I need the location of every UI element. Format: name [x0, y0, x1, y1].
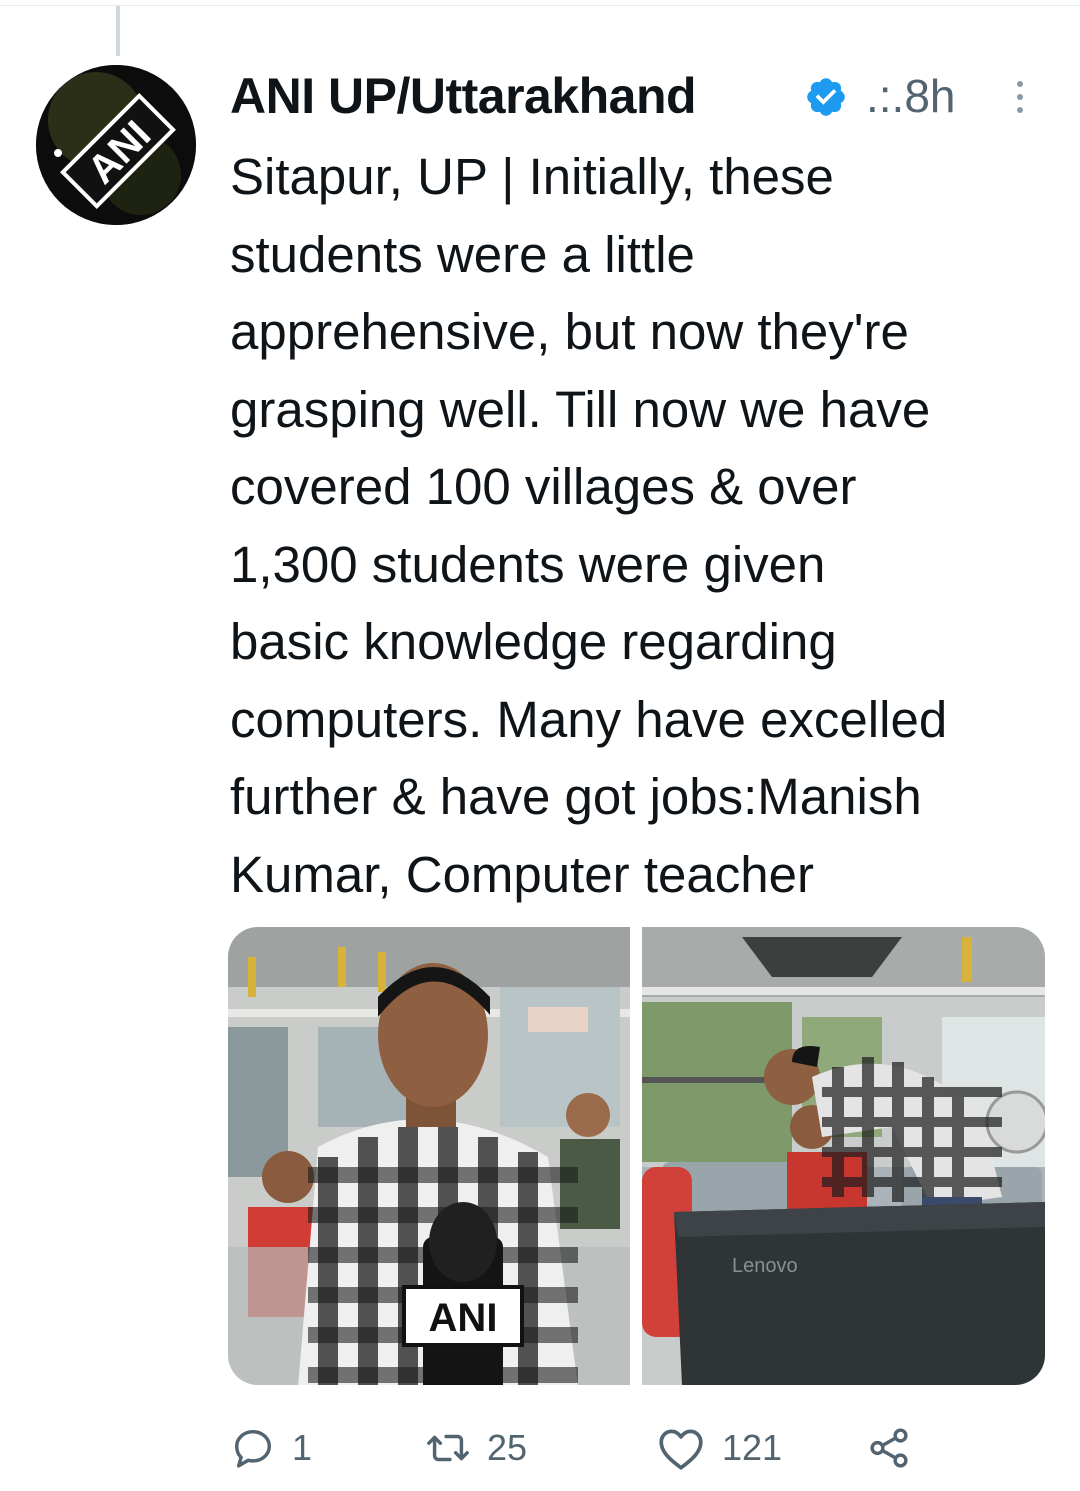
tweet-header: ANI UP/Uttarakhand .:.8h [230, 64, 1040, 128]
mic-flag-label: ANI [429, 1296, 498, 1340]
tweet-text-line: grasping well. Till now we have [230, 380, 931, 438]
media-photo-teacher-interview[interactable]: ANI [228, 927, 630, 1385]
share-button[interactable] [866, 1418, 912, 1478]
retweet-button[interactable]: 25 [425, 1418, 527, 1478]
tweet-text-line: computers. Many have excelled [230, 690, 948, 748]
author-name[interactable]: ANI UP/Uttarakhand [230, 68, 697, 124]
heart-icon [659, 1429, 703, 1470]
like-count: 121 [722, 1427, 783, 1468]
share-icon [870, 1428, 908, 1468]
thread-connector-line [116, 6, 120, 56]
tweet-text-line: Kumar, Computer teacher [230, 845, 814, 903]
avatar[interactable]: ANI [36, 65, 196, 225]
tweet-text-line: students were a little [230, 225, 695, 283]
tweet-actions: 1 25 121 [230, 1418, 930, 1478]
media-photo-classroom-bus[interactable]: Lenovo [642, 927, 1045, 1385]
tweet-text-line: 1,300 students were given [230, 535, 826, 593]
tweet-text-line: further & have got jobs:Manish [230, 768, 922, 825]
retweet-icon [427, 1434, 469, 1462]
tweet-timestamp[interactable]: .:.8h [866, 68, 956, 124]
ani-logo-icon: ANI [36, 65, 196, 225]
tweet-text: Sitapur, UP | Initially, these students … [230, 138, 1050, 913]
laptop-brand-label: Lenovo [732, 1255, 798, 1277]
reply-button[interactable]: 1 [230, 1418, 312, 1478]
tweet-text-line: apprehensive, but now they're [230, 303, 909, 360]
retweet-count: 25 [487, 1427, 528, 1468]
tweet-text-line: covered 100 villages & over [230, 458, 857, 515]
reply-icon [234, 1429, 272, 1468]
verified-badge-icon [807, 78, 845, 116]
like-button[interactable]: 121 [656, 1418, 782, 1478]
tweet-text-line: Sitapur, UP | Initially, these [230, 148, 834, 205]
more-vertical-icon[interactable] [1008, 72, 1032, 122]
tweet-media: ANI Lenovo [228, 927, 1045, 1385]
reply-count: 1 [292, 1427, 313, 1468]
tweet-text-line: basic knowledge regarding [230, 613, 837, 670]
top-divider [0, 5, 1080, 6]
